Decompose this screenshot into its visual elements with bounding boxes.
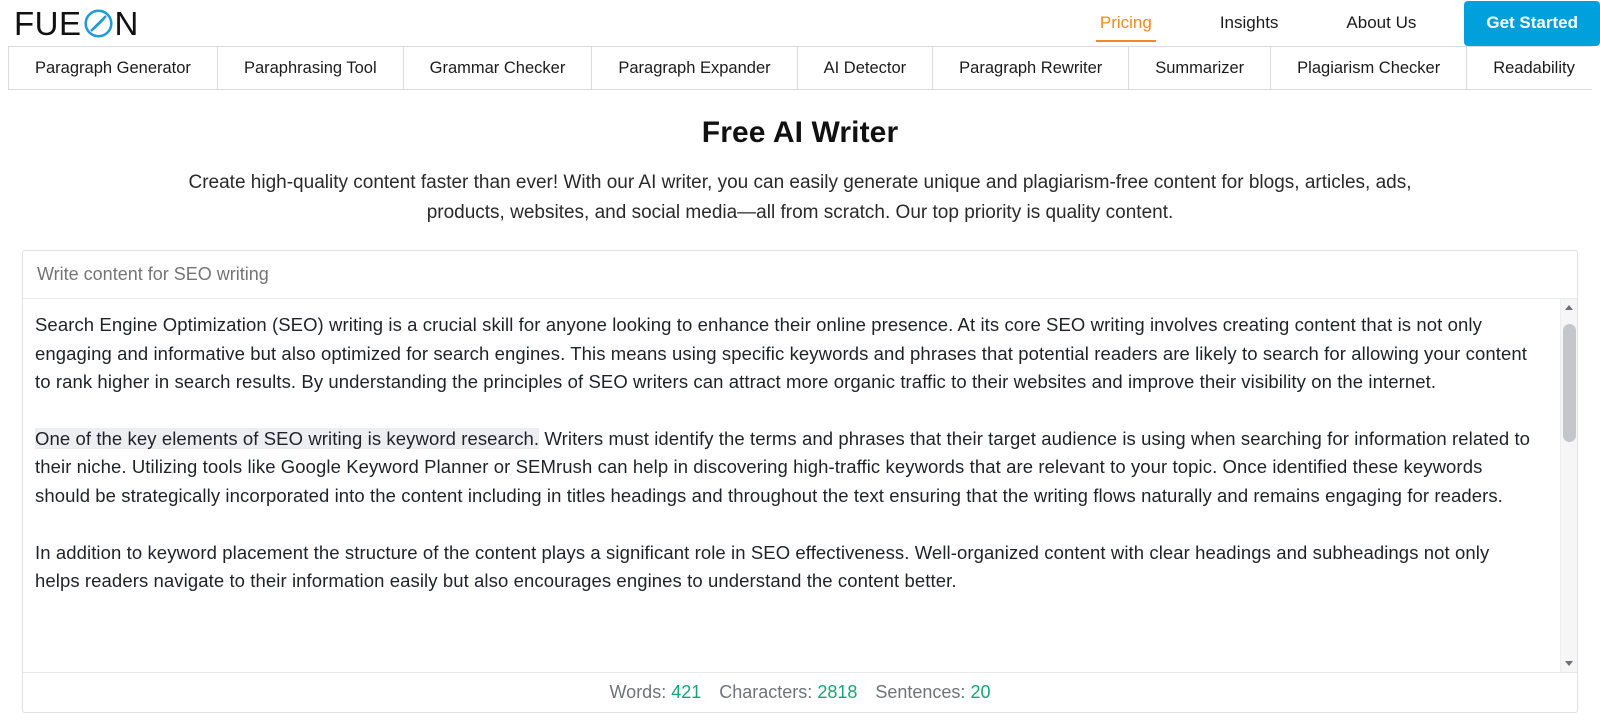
nav-link-about-us[interactable]: About Us xyxy=(1312,0,1450,46)
editor-paragraph: Search Engine Optimization (SEO) writing… xyxy=(35,311,1534,397)
tab-paragraph-generator[interactable]: Paragraph Generator xyxy=(8,47,218,89)
brand-logo[interactable]: FUE N xyxy=(14,7,139,40)
tab-ai-detector[interactable]: AI Detector xyxy=(797,47,934,89)
sentence-count-label: Sentences: xyxy=(875,682,966,702)
get-started-button[interactable]: Get Started xyxy=(1464,0,1600,46)
tab-paragraph-expander[interactable]: Paragraph Expander xyxy=(592,47,798,89)
page-title: Free AI Writer xyxy=(701,116,899,149)
brand-name-after: N xyxy=(114,4,139,42)
editor-title-row xyxy=(23,251,1577,299)
nav-link-pricing[interactable]: Pricing xyxy=(1066,0,1186,46)
editor-title-input[interactable] xyxy=(35,263,1565,286)
editor-text-area[interactable]: Search Engine Optimization (SEO) writing… xyxy=(23,299,1560,672)
sentence-count-value: 20 xyxy=(970,682,991,702)
scrollbar-thumb[interactable] xyxy=(1562,324,1576,442)
editor-card: Search Engine Optimization (SEO) writing… xyxy=(22,250,1578,713)
tool-tabs[interactable]: Paragraph Generator Paraphrasing Tool Gr… xyxy=(8,46,1592,90)
sentence-count: Sentences: 20 xyxy=(875,682,990,703)
caret-down-icon[interactable] xyxy=(1560,655,1577,672)
editor-paragraph: In addition to keyword placement the str… xyxy=(35,539,1534,596)
nav-link-insights[interactable]: Insights xyxy=(1186,0,1313,46)
tab-paragraph-rewriter[interactable]: Paragraph Rewriter xyxy=(933,47,1130,89)
editor-paragraph: One of the key elements of SEO writing i… xyxy=(35,425,1534,511)
scrollbar-track[interactable] xyxy=(1561,316,1578,655)
caret-up-icon[interactable] xyxy=(1560,299,1577,316)
paragraph-text: Search Engine Optimization (SEO) writing… xyxy=(35,314,1527,393)
editor-actions-bar: Rewrite Expand xyxy=(0,713,1600,723)
word-count-label: Words: xyxy=(609,682,667,702)
editor-stats: Words: 421 Characters: 2818 Sentences: 2… xyxy=(23,672,1577,712)
editor-body: Search Engine Optimization (SEO) writing… xyxy=(23,299,1577,672)
highlighted-sentence: One of the key elements of SEO writing i… xyxy=(35,427,540,449)
top-navigation-bar: FUE N Pricing Insights About Us Get Star… xyxy=(0,0,1600,46)
character-count: Characters: 2818 xyxy=(719,682,857,703)
tab-readability[interactable]: Readability xyxy=(1467,47,1592,89)
editor-scrollbar[interactable] xyxy=(1560,299,1577,672)
tab-plagiarism-checker[interactable]: Plagiarism Checker xyxy=(1271,47,1468,89)
tab-paraphrasing-tool[interactable]: Paraphrasing Tool xyxy=(217,47,404,89)
nav-links-group: Pricing Insights About Us Get Started xyxy=(1066,0,1600,46)
pen-circle-icon xyxy=(83,8,114,39)
character-count-label: Characters: xyxy=(719,682,813,702)
word-count-value: 421 xyxy=(671,682,702,702)
word-count: Words: 421 xyxy=(610,682,702,703)
tab-grammar-checker[interactable]: Grammar Checker xyxy=(403,47,593,89)
character-count-value: 2818 xyxy=(817,682,858,702)
page-description: Create high-quality content faster than … xyxy=(188,172,1412,223)
brand-name-before: FUE xyxy=(14,4,82,42)
paragraph-text: In addition to keyword placement the str… xyxy=(35,541,1490,592)
tab-summarizer[interactable]: Summarizer xyxy=(1129,47,1272,89)
